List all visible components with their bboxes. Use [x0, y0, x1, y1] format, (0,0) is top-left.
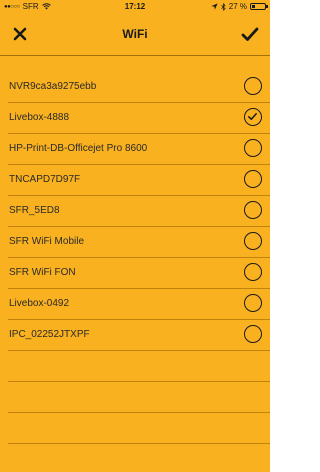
network-name: TNCAPD7D97F — [9, 174, 81, 185]
radio-unchecked-icon[interactable] — [244, 294, 262, 312]
empty-row — [8, 351, 270, 382]
radio-unchecked-icon[interactable] — [244, 77, 262, 95]
empty-row — [8, 413, 270, 444]
wifi-network-row[interactable]: NVR9ca3a9275ebb — [8, 72, 270, 103]
radio-unchecked-icon[interactable] — [244, 263, 262, 281]
radio-unchecked-icon[interactable] — [244, 170, 262, 188]
checkmark-icon — [241, 27, 259, 41]
close-button[interactable] — [6, 20, 34, 48]
wifi-network-row[interactable]: SFR WiFi FON — [8, 258, 270, 289]
bluetooth-icon — [221, 2, 226, 11]
network-name: SFR WiFi FON — [9, 267, 76, 278]
location-arrow-icon — [211, 3, 218, 10]
network-name: HP-Print-DB-Officejet Pro 8600 — [9, 143, 148, 154]
empty-row — [8, 444, 270, 472]
wifi-screen: ●●○○○ SFR 17:12 27 % WiFi NVR9ca3a9275eb… — [0, 0, 270, 472]
network-name: NVR9ca3a9275ebb — [9, 81, 97, 92]
battery-percent: 27 % — [228, 2, 247, 11]
battery-level-fill — [252, 5, 255, 8]
wifi-network-row[interactable]: HP-Print-DB-Officejet Pro 8600 — [8, 134, 270, 165]
radio-unchecked-icon[interactable] — [244, 139, 262, 157]
network-name: IPC_02252JTXPF — [9, 329, 90, 340]
wifi-network-row[interactable]: IPC_02252JTXPF — [8, 320, 270, 351]
network-name: SFR WiFi Mobile — [9, 236, 85, 247]
network-name: SFR_5ED8 — [9, 205, 60, 216]
radio-unchecked-icon[interactable] — [244, 201, 262, 219]
wifi-network-row[interactable]: Livebox-0492 — [8, 289, 270, 320]
wifi-network-row[interactable]: SFR_5ED8 — [8, 196, 270, 227]
wifi-network-row[interactable]: Livebox-4888 — [8, 103, 270, 134]
page-title: WiFi — [122, 27, 148, 41]
empty-row — [8, 382, 270, 413]
radio-checked-icon[interactable] — [244, 108, 262, 126]
wifi-network-row[interactable]: TNCAPD7D97F — [8, 165, 270, 196]
close-icon — [13, 27, 27, 41]
wifi-network-row[interactable]: SFR WiFi Mobile — [8, 227, 270, 258]
network-name: Livebox-0492 — [9, 298, 70, 309]
status-right: 27 % — [211, 2, 268, 11]
network-name: Livebox-4888 — [9, 112, 70, 123]
navigation-bar: WiFi — [0, 14, 270, 56]
status-bar: ●●○○○ SFR 17:12 27 % — [0, 0, 270, 14]
radio-unchecked-icon[interactable] — [244, 325, 262, 343]
check-mark-icon — [248, 113, 257, 120]
confirm-button[interactable] — [236, 20, 264, 48]
battery-icon — [250, 3, 268, 10]
wifi-network-list: NVR9ca3a9275ebb Livebox-4888 HP-Print-DB-O… — [0, 72, 270, 472]
radio-unchecked-icon[interactable] — [244, 232, 262, 250]
